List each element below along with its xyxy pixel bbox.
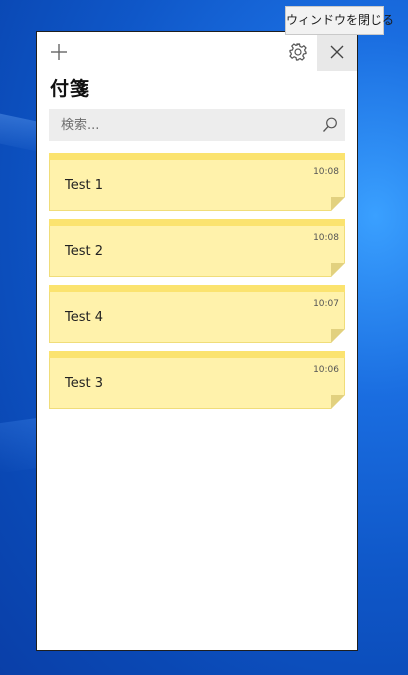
note-card[interactable]: 10:06 Test 3 (49, 351, 345, 409)
note-header-bar (49, 285, 345, 292)
close-tooltip: ウィンドウを閉じる (285, 6, 394, 35)
search-box (49, 109, 345, 141)
note-header-bar (49, 219, 345, 226)
notes-list: 10:08 Test 1 10:08 Test 2 10:07 Test 4 1… (49, 153, 345, 417)
gear-icon (289, 43, 307, 61)
page-title: 付箋 (50, 78, 91, 100)
page-fold-icon (331, 263, 345, 277)
page-fold-icon (331, 197, 345, 211)
note-timestamp: 10:08 (313, 233, 339, 243)
note-timestamp: 10:06 (313, 365, 339, 375)
page-fold-icon (331, 395, 345, 409)
note-timestamp: 10:08 (313, 167, 339, 177)
page-fold-icon (331, 329, 345, 343)
title-bar (37, 32, 357, 71)
search-input[interactable] (49, 109, 309, 141)
note-text: Test 1 (65, 178, 104, 193)
note-timestamp: 10:07 (313, 299, 339, 309)
search-button[interactable] (321, 116, 339, 134)
close-window-button[interactable] (317, 32, 357, 71)
plus-icon (51, 44, 67, 60)
note-text: Test 4 (65, 310, 104, 325)
note-card[interactable]: 10:08 Test 1 (49, 153, 345, 211)
note-card[interactable]: 10:08 Test 2 (49, 219, 345, 277)
close-icon (330, 45, 344, 59)
add-note-button[interactable] (47, 40, 71, 64)
note-header-bar (49, 153, 345, 160)
note-header-bar (49, 351, 345, 358)
note-text: Test 2 (65, 244, 104, 259)
settings-button[interactable] (285, 39, 311, 65)
search-icon (323, 117, 337, 132)
note-card[interactable]: 10:07 Test 4 (49, 285, 345, 343)
sticky-notes-window: 付箋 10:08 Test 1 10:08 Test 2 (36, 31, 358, 651)
note-text: Test 3 (65, 376, 104, 391)
